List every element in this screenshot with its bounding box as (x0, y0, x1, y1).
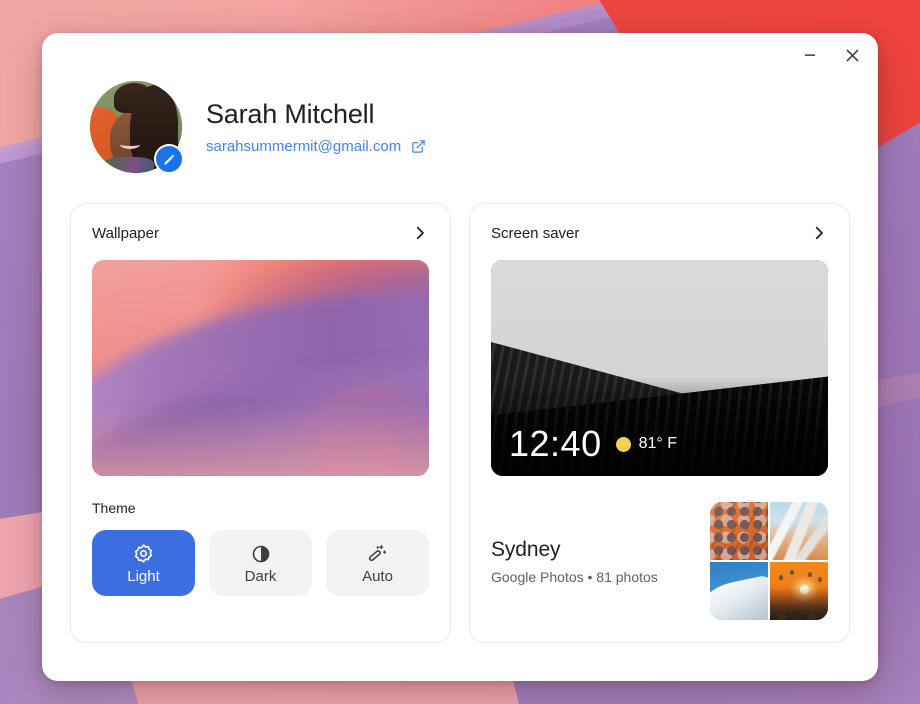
sun-icon (133, 543, 154, 565)
screensaver-temperature: 81° F (639, 436, 677, 452)
wallpaper-card-header[interactable]: Wallpaper (92, 224, 429, 242)
album-thumbnail-sunset-temples (770, 562, 828, 620)
close-icon (844, 47, 861, 64)
screensaver-title: Screen saver (491, 225, 579, 242)
profile-name: Sarah Mitchell (206, 99, 426, 130)
magic-wand-icon (367, 543, 388, 565)
album-row[interactable]: Sydney Google Photos • 81 photos (491, 502, 828, 620)
theme-option-dark[interactable]: Dark (209, 530, 312, 596)
profile-email-link[interactable]: sarahsummermit@gmail.com (206, 138, 401, 155)
sun-dot-icon (616, 437, 631, 452)
theme-options: Light Dark (92, 530, 429, 596)
avatar-wrapper (90, 81, 182, 173)
screensaver-weather: 81° F (616, 436, 677, 452)
minimize-icon (802, 47, 818, 63)
profile-text: Sarah Mitchell sarahsummermit@gmail.com (206, 99, 426, 154)
screensaver-clock: 12:40 (509, 426, 602, 462)
pencil-icon (162, 152, 177, 167)
settings-cards-row: Wallpaper Th (42, 173, 878, 643)
minimize-button[interactable] (790, 35, 830, 75)
theme-option-light[interactable]: Light (92, 530, 195, 596)
screensaver-overlay: 12:40 81° F (509, 426, 677, 462)
album-title: Sydney (491, 538, 658, 562)
album-thumbnail-mountain-architecture (770, 502, 828, 560)
chevron-right-icon[interactable] (810, 224, 828, 242)
desktop-background: Sarah Mitchell sarahsummermit@gmail.com (0, 0, 920, 704)
screensaver-preview[interactable]: 12:40 81° F (491, 260, 828, 476)
theme-option-auto[interactable]: Auto (326, 530, 429, 596)
album-thumbnail-grid[interactable] (710, 502, 828, 620)
album-info: Sydney Google Photos • 81 photos (491, 538, 658, 585)
profile-email-row: sarahsummermit@gmail.com (206, 138, 426, 155)
wallpaper-preview[interactable] (92, 260, 429, 476)
theme-option-light-label: Light (127, 569, 160, 584)
screensaver-card-header[interactable]: Screen saver (491, 224, 828, 242)
album-thumbnail-orange-facade (710, 502, 768, 560)
wallpaper-card: Wallpaper Th (70, 203, 451, 643)
close-button[interactable] (832, 35, 872, 75)
theme-label: Theme (92, 500, 429, 516)
album-meta: Google Photos • 81 photos (491, 569, 658, 585)
profile-header: Sarah Mitchell sarahsummermit@gmail.com (42, 33, 878, 173)
theme-option-dark-label: Dark (245, 569, 277, 584)
personalization-dialog: Sarah Mitchell sarahsummermit@gmail.com (42, 33, 878, 681)
open-in-new-icon (411, 139, 426, 154)
chevron-right-icon[interactable] (411, 224, 429, 242)
album-thumbnail-white-building (710, 562, 768, 620)
theme-option-auto-label: Auto (362, 569, 393, 584)
external-link-icon[interactable] (411, 139, 426, 154)
edit-avatar-button[interactable] (154, 144, 184, 174)
wallpaper-title: Wallpaper (92, 225, 159, 242)
screensaver-card: Screen saver 12:40 (469, 203, 850, 643)
window-controls (790, 33, 878, 77)
half-circle-icon (251, 543, 271, 565)
